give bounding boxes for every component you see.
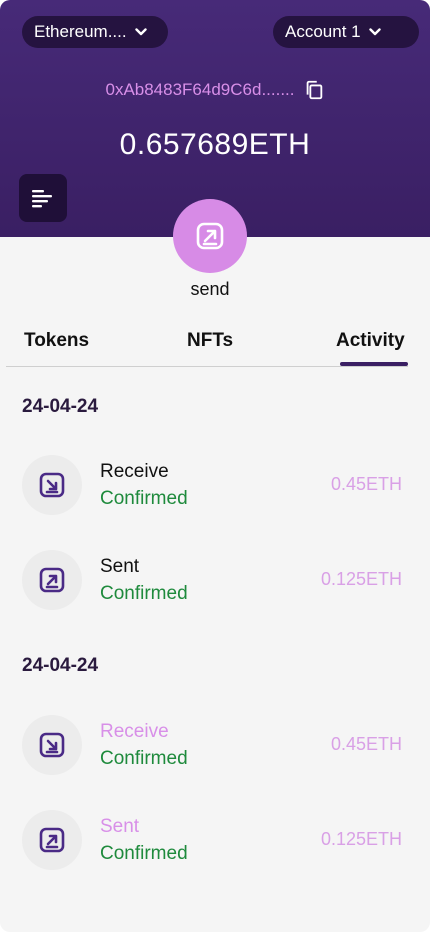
active-tab-indicator — [340, 362, 408, 366]
tab-nfts[interactable]: NFTs — [187, 330, 233, 352]
tab-bar: Tokens NFTs Activity — [0, 330, 430, 367]
activity-item-sent[interactable]: Sent Confirmed 0.125ETH — [22, 550, 412, 610]
send-arrow-icon — [22, 810, 82, 870]
activity-status: Confirmed — [100, 488, 188, 509]
account-label: Account 1 — [285, 22, 361, 41]
wallet-address: 0xAb8483F64d9C6d....... — [105, 80, 295, 99]
activity-status: Confirmed — [100, 748, 188, 769]
activity-title: Receive — [100, 461, 169, 482]
activity-amount: 0.45ETH — [330, 734, 402, 754]
activity-item-sent[interactable]: Sent Confirmed 0.125ETH — [22, 810, 412, 870]
tab-activity[interactable]: Activity — [336, 330, 405, 352]
activity-amount: 0.125ETH — [320, 569, 402, 589]
send-label: send — [190, 279, 230, 299]
network-selector[interactable]: Ethereum.... — [22, 16, 168, 48]
activity-title: Sent — [100, 556, 140, 577]
tab-divider — [6, 366, 408, 367]
activity-title: Receive — [100, 721, 169, 742]
receive-icon — [22, 455, 82, 515]
activity-date: 24-04-24 — [22, 396, 99, 417]
send-arrow-icon — [196, 222, 224, 250]
activity-date: 24-04-24 — [22, 655, 99, 676]
activity-item-receive[interactable]: Receive Confirmed 0.45ETH — [22, 715, 412, 775]
activity-item-receive[interactable]: Receive Confirmed 0.45ETH — [22, 455, 412, 515]
activity-amount: 0.45ETH — [330, 474, 402, 494]
wallet-app: Ethereum.... Account 1 0xAb8483F64d9C6d.… — [0, 0, 430, 932]
copy-icon[interactable] — [303, 79, 325, 101]
balance: 0.657689ETH — [119, 128, 311, 161]
chevron-down-icon — [134, 28, 147, 36]
menu-lines-icon — [32, 190, 52, 208]
send-action: send — [170, 199, 250, 300]
tab-tokens[interactable]: Tokens — [24, 330, 89, 352]
activity-amount: 0.125ETH — [320, 829, 402, 849]
send-button[interactable] — [173, 199, 247, 273]
activity-status: Confirmed — [100, 583, 188, 604]
network-label: Ethereum.... — [34, 22, 127, 41]
menu-button[interactable] — [19, 174, 67, 222]
activity-status: Confirmed — [100, 843, 188, 864]
receive-icon — [22, 715, 82, 775]
account-selector[interactable]: Account 1 — [273, 16, 419, 48]
activity-title: Sent — [100, 816, 140, 837]
wallet-address-row: 0xAb8483F64d9C6d....... — [0, 79, 430, 101]
send-arrow-icon — [22, 550, 82, 610]
chevron-down-icon — [368, 28, 381, 36]
